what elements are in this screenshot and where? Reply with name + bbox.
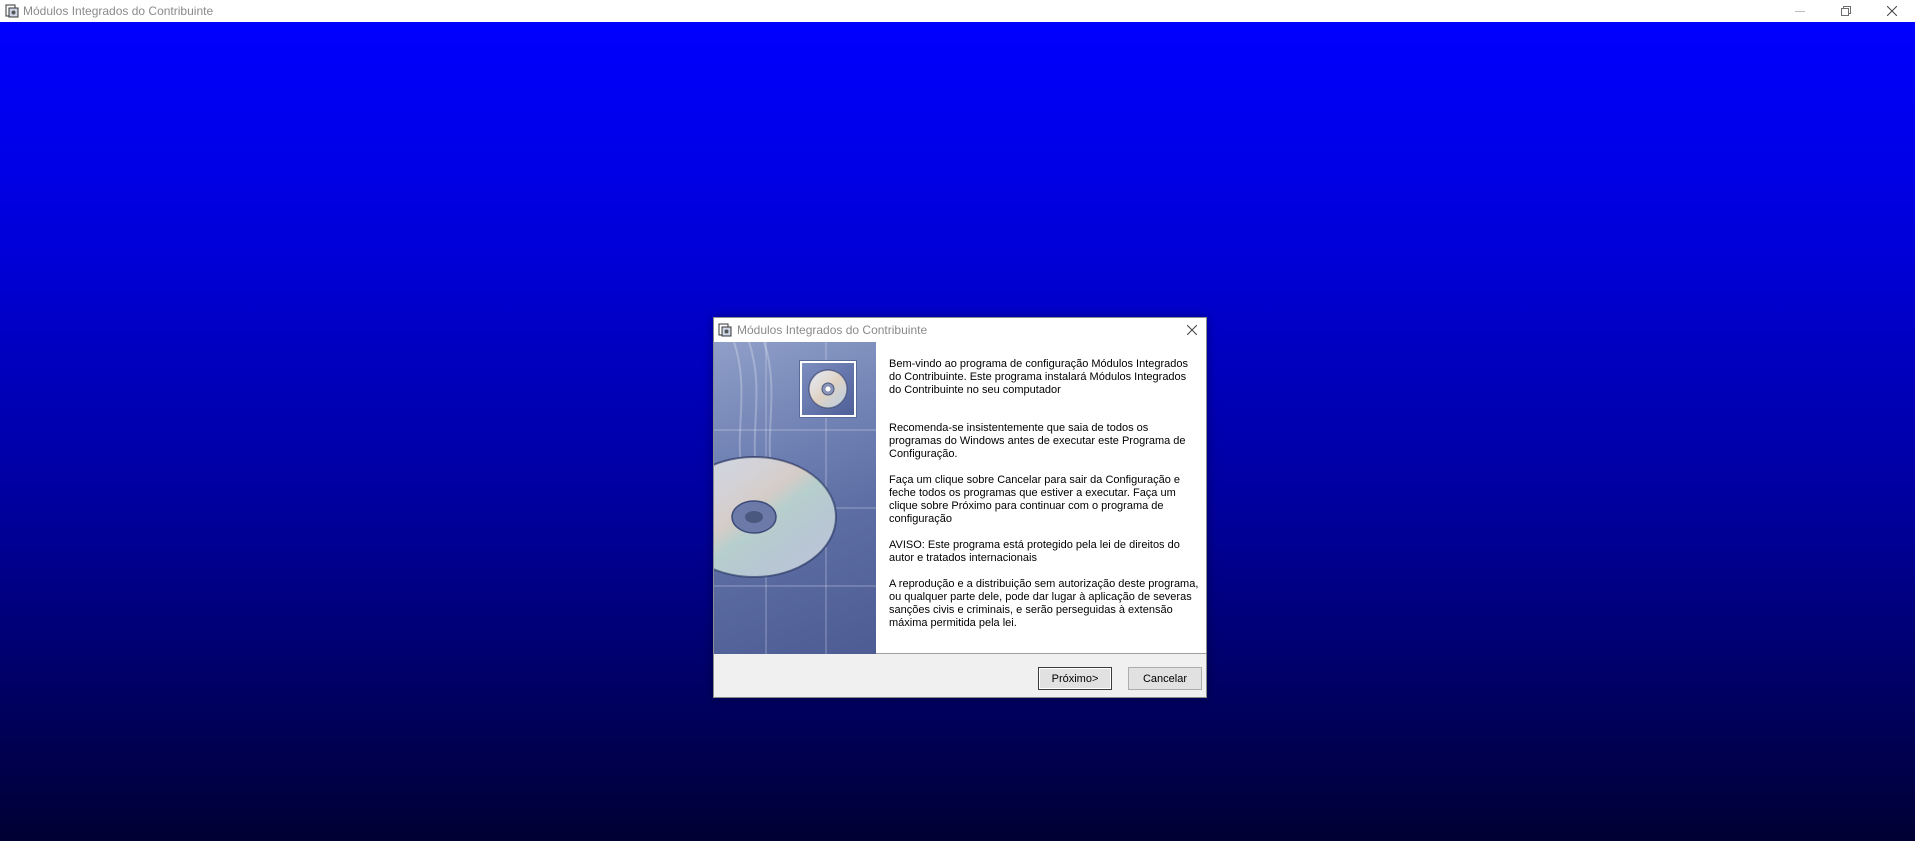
close-icon[interactable] <box>1182 320 1202 340</box>
setup-dialog: Módulos Integrados do Contribuinte Bem-v… <box>713 317 1207 698</box>
dialog-title-bar[interactable]: Módulos Integrados do Contribuinte <box>714 318 1206 342</box>
app-title-bar: Módulos Integrados do Contribuinte <box>0 0 1915 22</box>
dialog-body: Bem-vindo ao programa de configuração Mó… <box>714 342 1206 654</box>
recommendation-paragraph: Recomenda-se insistentemente que saia de… <box>889 422 1186 460</box>
window-controls <box>1777 0 1915 22</box>
setup-banner-image <box>714 342 876 654</box>
installer-icon <box>717 322 733 338</box>
dialog-title: Módulos Integrados do Contribuinte <box>737 323 928 337</box>
next-button[interactable]: Próximo> <box>1038 667 1112 690</box>
restore-icon[interactable] <box>1823 0 1869 22</box>
minimize-icon[interactable] <box>1777 0 1823 22</box>
installer-icon[interactable] <box>4 3 20 19</box>
welcome-paragraph: Bem-vindo ao programa de configuração Mó… <box>889 358 1189 396</box>
welcome-text: Bem-vindo ao programa de configuração Mó… <box>889 358 1201 643</box>
cancel-button[interactable]: Cancelar <box>1128 667 1202 690</box>
close-icon[interactable] <box>1869 0 1915 22</box>
cd-disc-icon <box>799 360 857 418</box>
reproduction-warning-paragraph: A reprodução e a distribuição sem autori… <box>889 578 1199 629</box>
app-title: Módulos Integrados do Contribuinte <box>23 4 214 18</box>
instructions-paragraph: Faça um clique sobre Cancelar para sair … <box>889 474 1181 525</box>
copyright-warning-paragraph: AVISO: Este programa está protegido pela… <box>889 539 1180 564</box>
